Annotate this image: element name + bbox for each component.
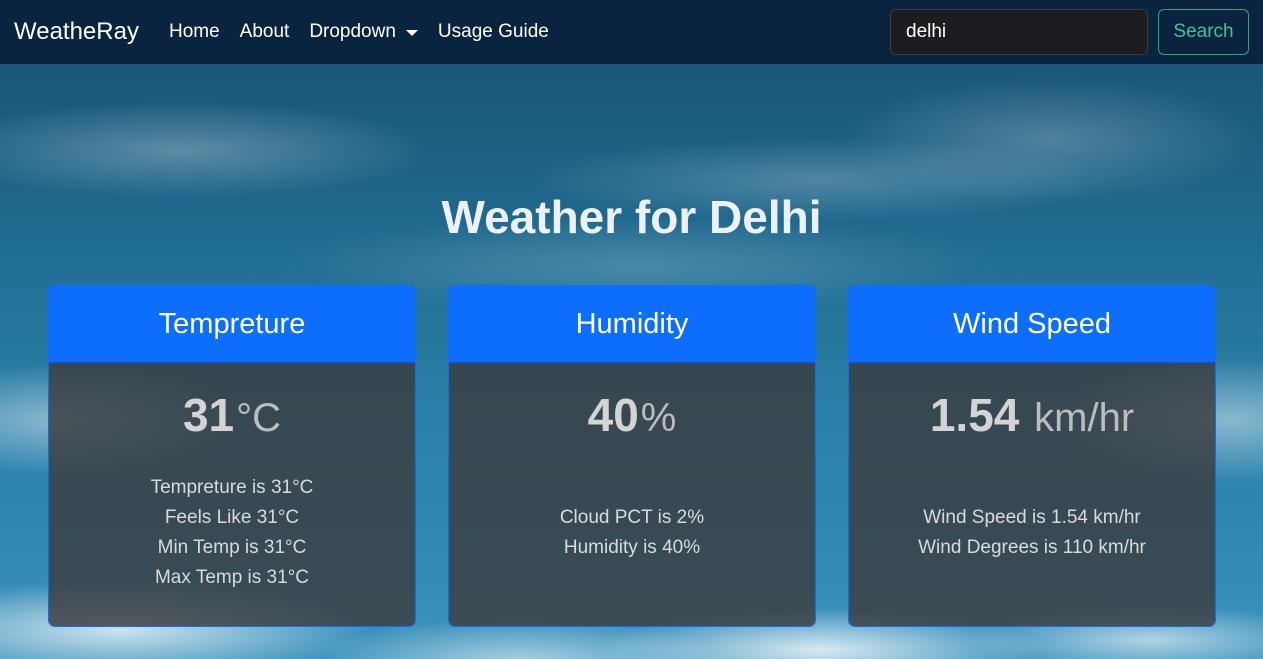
search-button[interactable]: Search	[1158, 9, 1249, 55]
temperature-detail-min: Min Temp is 31°C	[157, 537, 307, 558]
nav-links: Home About Dropdown Usage Guide	[169, 21, 569, 43]
temperature-unit: °C	[236, 396, 282, 440]
temperature-details: Tempreture is 31°C Feels Like 31°C Min T…	[49, 473, 415, 593]
search-input[interactable]	[890, 9, 1148, 55]
humidity-detail-humidity: Humidity is 40%	[563, 537, 701, 558]
wind-speed-card-body: 1.54 km/hr Wind Speed is 1.54 km/hr Wind…	[849, 389, 1215, 563]
nav-about-link[interactable]: About	[240, 21, 290, 43]
temperature-number: 31	[182, 389, 235, 441]
wind-speed-detail-degrees: Wind Degrees is 110 km/hr	[918, 537, 1146, 558]
wind-speed-card-header: Wind Speed	[849, 286, 1215, 363]
humidity-card: Humidity 40% Cloud PCT is 2% Humidity is…	[448, 285, 816, 627]
temperature-card-body: 31°C Tempreture is 31°C Feels Like 31°C …	[49, 389, 415, 593]
wind-speed-value: 1.54 km/hr	[849, 389, 1215, 441]
temperature-detail-max: Max Temp is 31°C	[154, 567, 310, 588]
temperature-card-header: Tempreture	[49, 286, 415, 363]
nav-usage-guide-link[interactable]: Usage Guide	[438, 21, 549, 43]
nav-usage-guide-label: Usage Guide	[437, 21, 549, 42]
caret-down-icon	[405, 30, 418, 36]
page-title: Weather for Delhi	[441, 191, 822, 243]
humidity-detail-cloud-pct: Cloud PCT is 2%	[559, 507, 705, 528]
humidity-card-body: 40% Cloud PCT is 2% Humidity is 40%	[449, 389, 815, 563]
nav-about-label: About	[239, 21, 290, 42]
humidity-value: 40%	[449, 389, 815, 441]
wind-speed-card: Wind Speed 1.54 km/hr Wind Speed is 1.54…	[848, 285, 1216, 627]
humidity-details: Cloud PCT is 2% Humidity is 40%	[449, 503, 815, 563]
wind-speed-detail-speed: Wind Speed is 1.54 km/hr	[923, 507, 1141, 528]
temperature-value: 31°C	[49, 389, 415, 441]
brand-logo[interactable]: WeatheRay	[14, 18, 139, 46]
search-form: Search	[890, 9, 1249, 55]
humidity-unit: %	[640, 396, 677, 440]
wind-speed-details: Wind Speed is 1.54 km/hr Wind Degrees is…	[849, 503, 1215, 563]
temperature-card: Tempreture 31°C Tempreture is 31°C Feels…	[48, 285, 416, 627]
nav-dropdown-toggle[interactable]: Dropdown	[309, 21, 418, 43]
wind-speed-number: 1.54	[929, 389, 1020, 441]
temperature-detail-current: Tempreture is 31°C	[150, 477, 314, 498]
humidity-card-header: Humidity	[449, 286, 815, 363]
nav-home-label: Home	[168, 21, 220, 42]
nav-dropdown-label: Dropdown	[309, 21, 396, 42]
navbar: WeatheRay Home About Dropdown Usage Guid…	[0, 0, 1263, 64]
wind-speed-unit: km/hr	[1034, 396, 1135, 440]
humidity-number: 40	[587, 389, 639, 441]
temperature-detail-feels-like: Feels Like 31°C	[164, 507, 300, 528]
nav-home-link[interactable]: Home	[169, 21, 220, 43]
